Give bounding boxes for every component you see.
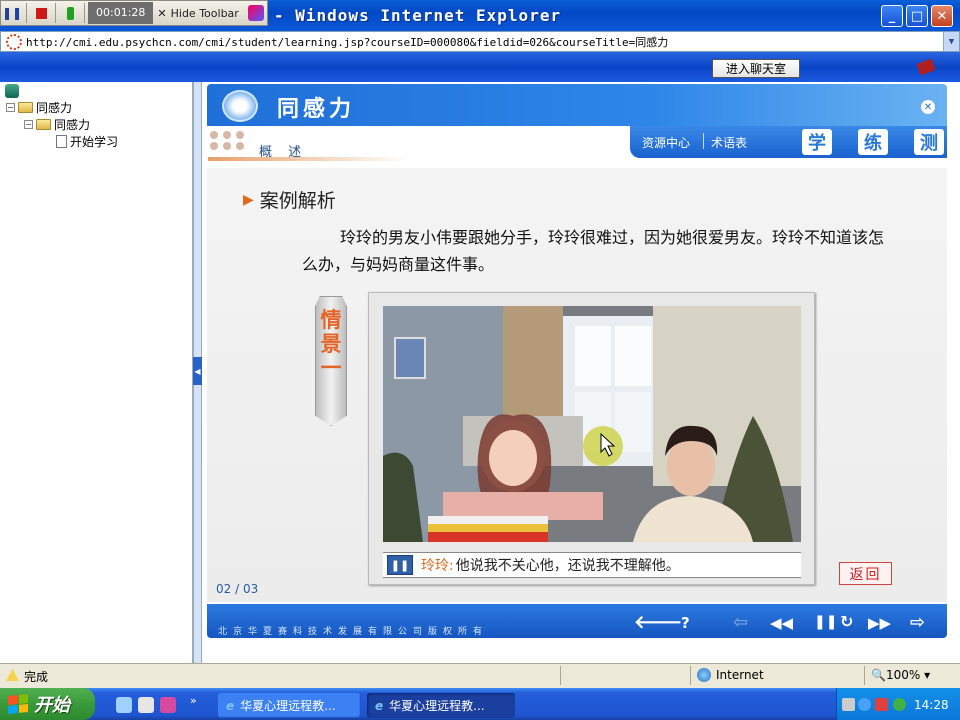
status-text: 完成 bbox=[24, 670, 49, 684]
divider bbox=[26, 3, 27, 23]
tray-back-icon[interactable] bbox=[858, 698, 871, 711]
case-paragraph-text: 玲玲的男友小伟要跟她分手，玲玲很难过，因为她很爱男友。玲玲不知道该怎么办，与妈妈… bbox=[302, 228, 885, 274]
collapse-left-icon[interactable]: ◀ bbox=[193, 357, 202, 385]
speaker-name: 玲玲: bbox=[421, 558, 454, 574]
section-title-text: 案例解析 bbox=[259, 190, 336, 212]
page-icon bbox=[6, 33, 22, 50]
security-zone: Internet bbox=[716, 668, 764, 682]
status-bar bbox=[0, 663, 960, 688]
video-still bbox=[383, 306, 801, 542]
tree-item-root[interactable]: − 同感力 bbox=[6, 99, 72, 116]
tree-home-icon[interactable] bbox=[5, 84, 19, 98]
back-button[interactable]: 返回 bbox=[839, 562, 892, 585]
stop-icon[interactable] bbox=[30, 2, 52, 24]
close-icon: ✕ bbox=[157, 6, 167, 20]
divider bbox=[84, 3, 85, 23]
scene-label: 情景一 bbox=[320, 308, 342, 380]
folder-icon bbox=[18, 102, 33, 113]
decorative-dots bbox=[210, 131, 246, 150]
tree-item-start-learning[interactable]: 开始学习 bbox=[56, 133, 118, 150]
close-icon[interactable]: ✕ bbox=[921, 100, 935, 114]
subtitle-text: 他说我不关心他，还说我不理解他。 bbox=[455, 558, 680, 574]
subtitle-bar: ❚❚ 玲玲: 他说我不关心他，还说我不理解他。 bbox=[383, 552, 801, 578]
zoom-value: 100% bbox=[885, 668, 921, 682]
recording-timer: 00:01:28 bbox=[88, 2, 154, 24]
divider bbox=[560, 666, 561, 685]
tree-item-child[interactable]: − 同感力 bbox=[24, 116, 90, 133]
globe-icon bbox=[697, 668, 711, 682]
tab-test[interactable]: 测 bbox=[914, 129, 944, 155]
copyright-text: 北京华夏赛科技术发展有限公司版权所有 bbox=[218, 627, 489, 637]
pause-icon[interactable]: ❚❚ bbox=[1, 2, 23, 24]
clock: 14:28 bbox=[914, 698, 949, 712]
antivirus-icon[interactable] bbox=[875, 698, 888, 711]
folder-icon bbox=[36, 119, 51, 130]
divider bbox=[690, 666, 691, 685]
tree-item-label: 同感力 bbox=[54, 118, 91, 132]
help-icon[interactable]: ? bbox=[681, 614, 690, 632]
next-arrow-icon[interactable]: ⇨ bbox=[910, 612, 925, 633]
back-arrow-icon[interactable]: ⇦ bbox=[733, 612, 748, 633]
taskbar-item-label: 华夏心理远程教... bbox=[240, 699, 336, 713]
divider bbox=[208, 157, 408, 161]
prev-arrow-icon[interactable]: 🡐 bbox=[634, 612, 682, 633]
taskbar-item-active[interactable]: e 华夏心理远程教... bbox=[367, 693, 515, 718]
rewind-icon[interactable]: ◀◀ bbox=[770, 614, 793, 632]
resource-center-link[interactable]: 资源中心 bbox=[642, 134, 690, 151]
collapse-icon[interactable]: − bbox=[24, 120, 33, 129]
desktop-quicklaunch-icon[interactable] bbox=[138, 697, 154, 713]
zoom-level[interactable]: 🔍100% ▾ bbox=[871, 668, 930, 682]
pause-icon[interactable]: ❚❚ bbox=[814, 614, 837, 630]
ie-icon: e bbox=[375, 698, 384, 713]
hide-toolbar-button[interactable]: ✕ Hide Toolbar bbox=[153, 7, 242, 20]
divider bbox=[864, 666, 865, 685]
network-icon[interactable] bbox=[842, 698, 855, 711]
collapse-icon[interactable]: − bbox=[6, 103, 15, 112]
ie-quicklaunch-icon[interactable] bbox=[116, 697, 132, 713]
tab-learn[interactable]: 学 bbox=[802, 129, 832, 155]
document-icon bbox=[56, 135, 67, 148]
replay-icon[interactable]: ↻ bbox=[840, 612, 853, 631]
tree-item-label: 同感力 bbox=[36, 101, 73, 115]
video-player[interactable] bbox=[383, 306, 801, 542]
minimize-button[interactable]: _ bbox=[881, 5, 903, 27]
address-bar[interactable]: http://cmi.edu.psychcn.com/cmi/student/l… bbox=[0, 31, 960, 52]
enter-chat-button[interactable]: 进入聊天室 bbox=[712, 59, 800, 78]
taskbar-item[interactable]: e 华夏心理远程教... bbox=[218, 693, 361, 718]
paint-icon[interactable] bbox=[245, 2, 267, 24]
course-tree: − 同感力 − 同感力 开始学习 bbox=[0, 82, 193, 663]
maximize-button[interactable]: □ bbox=[906, 5, 928, 27]
forward-icon[interactable]: ▶▶ bbox=[868, 614, 891, 632]
taskbar-item-label: 华夏心理远程教... bbox=[389, 699, 485, 713]
divider bbox=[55, 3, 56, 23]
case-paragraph: 玲玲的男友小伟要跟她分手，玲玲很难过，因为她很爱男友。玲玲不知道该怎么办，与妈妈… bbox=[302, 224, 890, 278]
close-button[interactable]: ✕ bbox=[931, 5, 953, 27]
window-title: - Windows Internet Explorer bbox=[274, 6, 562, 25]
chevron-down-icon[interactable]: ▼ bbox=[943, 32, 959, 51]
bullet-arrow-icon: ▶ bbox=[243, 191, 254, 208]
divider bbox=[703, 133, 704, 149]
app-header bbox=[0, 52, 960, 82]
pause-icon[interactable]: ❚❚ bbox=[387, 555, 413, 575]
app-quicklaunch-icon[interactable] bbox=[160, 697, 176, 713]
address-url[interactable]: http://cmi.edu.psychcn.com/cmi/student/l… bbox=[26, 34, 668, 50]
chevron-icon[interactable]: » bbox=[190, 694, 197, 707]
glossary-link[interactable]: 术语表 bbox=[711, 134, 747, 151]
security-shield-icon[interactable] bbox=[893, 698, 906, 711]
start-label: 开始 bbox=[34, 695, 70, 716]
page-indicator: 02 / 03 bbox=[216, 582, 259, 596]
windows-logo-icon bbox=[8, 693, 28, 715]
logo-icon bbox=[222, 90, 258, 122]
hide-toolbar-label: Hide Toolbar bbox=[170, 6, 239, 20]
ie-icon: e bbox=[226, 698, 235, 713]
tree-item-label: 开始学习 bbox=[70, 135, 119, 149]
section-title: ▶ 案例解析 bbox=[243, 186, 336, 213]
start-button[interactable]: 开始 bbox=[0, 688, 95, 720]
recorder-toolbar: ❚❚ 00:01:28 ✕ Hide Toolbar bbox=[0, 0, 268, 26]
marker-icon[interactable] bbox=[59, 2, 81, 24]
course-title: 同感力 bbox=[277, 97, 356, 122]
tab-practice[interactable]: 练 bbox=[858, 129, 888, 155]
